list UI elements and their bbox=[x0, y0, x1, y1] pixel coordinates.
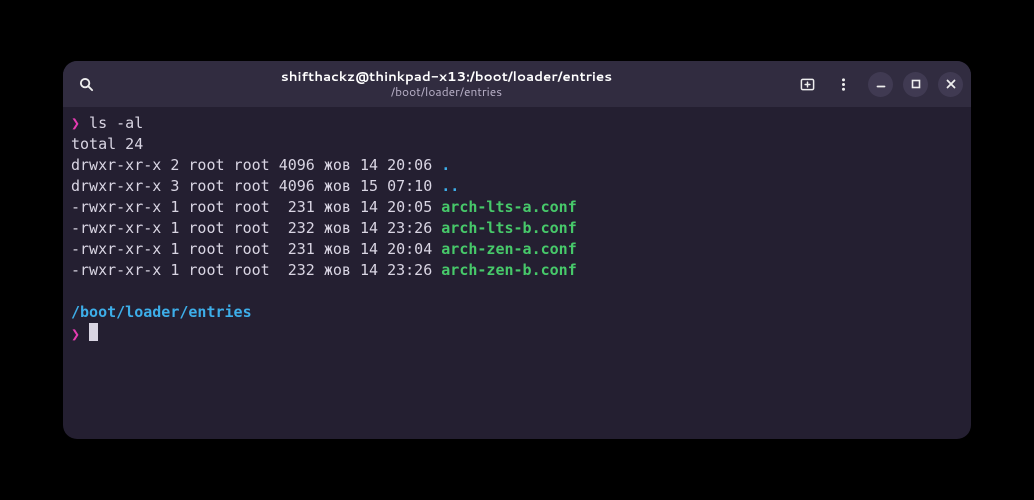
window-subtitle: /boot/loader/entries bbox=[107, 85, 786, 99]
close-icon bbox=[946, 79, 956, 89]
terminal-window: shifthackz@thinkpad-x13:/boot/loader/ent… bbox=[63, 61, 971, 439]
total-line: total 24 bbox=[71, 135, 143, 153]
ls-entry-meta: -rwxr-xr-x 1 root root 232 жов 14 23:26 bbox=[71, 219, 441, 237]
ls-entry-name: .. bbox=[441, 177, 459, 195]
ls-entry-2: -rwxr-xr-x 1 root root 231 жов 14 20:05 … bbox=[71, 197, 963, 218]
cursor bbox=[89, 323, 98, 341]
search-button[interactable] bbox=[71, 69, 101, 99]
ls-entry-4: -rwxr-xr-x 1 root root 231 жов 14 20:04 … bbox=[71, 239, 963, 260]
ls-total: total 24 bbox=[71, 134, 963, 155]
ls-entry-name: arch-lts-b.conf bbox=[441, 219, 576, 237]
maximize-icon bbox=[911, 79, 921, 89]
ls-entry-5: -rwxr-xr-x 1 root root 232 жов 14 23:26 … bbox=[71, 260, 963, 281]
command-text: ls -al bbox=[80, 114, 143, 132]
ls-entry-name: . bbox=[441, 156, 450, 174]
ls-entry-meta: drwxr-xr-x 2 root root 4096 жов 14 20:06 bbox=[71, 156, 441, 174]
ls-entry-name: arch-zen-b.conf bbox=[441, 261, 576, 279]
ls-entry-meta: -rwxr-xr-x 1 root root 231 жов 14 20:05 bbox=[71, 198, 441, 216]
terminal-body[interactable]: ❯ ls -altotal 24drwxr-xr-x 2 root root 4… bbox=[63, 107, 971, 439]
close-button[interactable] bbox=[938, 72, 963, 97]
prompt-line-2: ❯ bbox=[71, 323, 963, 345]
ls-entry-0: drwxr-xr-x 2 root root 4096 жов 14 20:06… bbox=[71, 155, 963, 176]
minimize-button[interactable] bbox=[868, 72, 893, 97]
minimize-icon bbox=[876, 79, 886, 89]
cwd-line: /boot/loader/entries bbox=[71, 303, 252, 321]
titlebar: shifthackz@thinkpad-x13:/boot/loader/ent… bbox=[63, 61, 971, 107]
cwd-row: /boot/loader/entries bbox=[71, 302, 963, 323]
search-icon bbox=[79, 77, 94, 92]
ls-entry-3: -rwxr-xr-x 1 root root 232 жов 14 23:26 … bbox=[71, 218, 963, 239]
maximize-button[interactable] bbox=[903, 72, 928, 97]
ls-entry-1: drwxr-xr-x 3 root root 4096 жов 15 07:10… bbox=[71, 176, 963, 197]
prompt-line-1: ❯ ls -al bbox=[71, 113, 963, 134]
new-tab-button[interactable] bbox=[792, 69, 822, 99]
ls-entry-name: arch-zen-a.conf bbox=[441, 240, 576, 258]
ls-entry-meta: -rwxr-xr-x 1 root root 231 жов 14 20:04 bbox=[71, 240, 441, 258]
menu-button[interactable] bbox=[828, 69, 858, 99]
prompt-symbol: ❯ bbox=[71, 114, 80, 132]
ls-entry-name: arch-lts-a.conf bbox=[441, 198, 576, 216]
new-tab-icon bbox=[800, 77, 815, 92]
blank-line bbox=[71, 281, 963, 302]
ls-entry-meta: -rwxr-xr-x 1 root root 232 жов 14 23:26 bbox=[71, 261, 441, 279]
prompt-symbol: ❯ bbox=[71, 325, 80, 343]
ls-entry-meta: drwxr-xr-x 3 root root 4096 жов 15 07:10 bbox=[71, 177, 441, 195]
menu-icon bbox=[836, 77, 851, 92]
